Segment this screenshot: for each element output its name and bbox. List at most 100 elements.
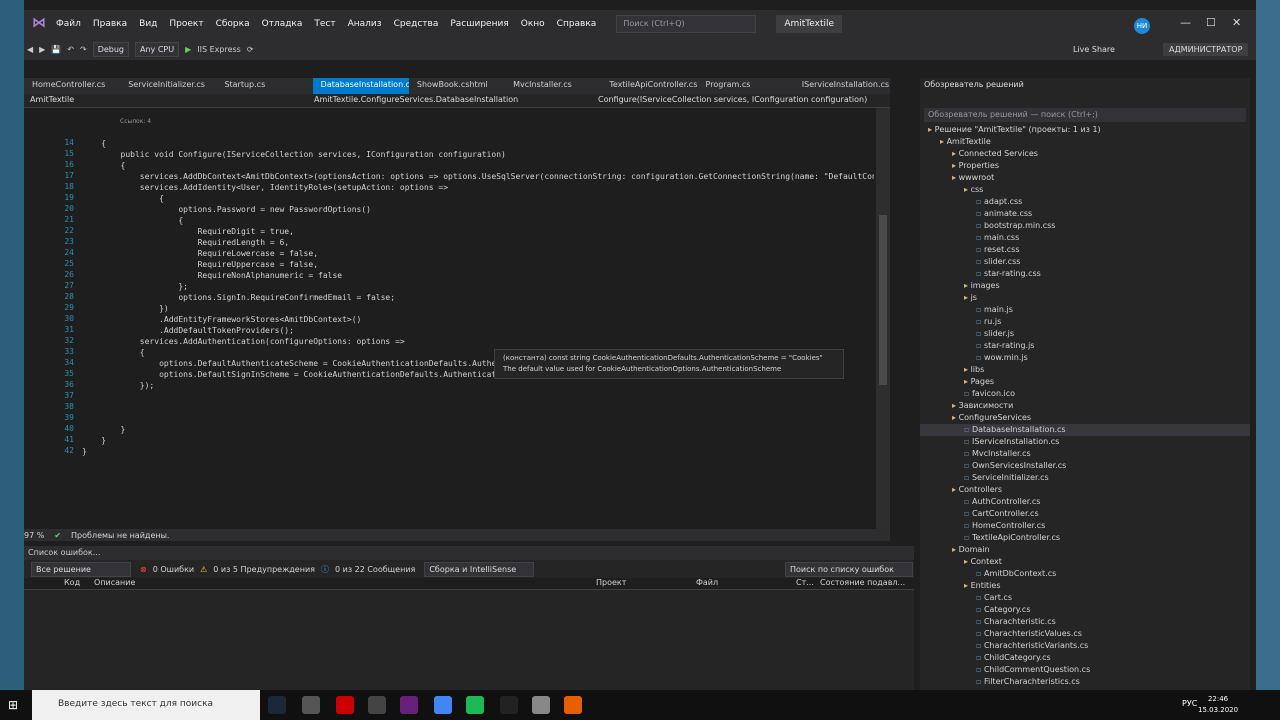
error-column-header[interactable]: Ст... <box>796 578 814 587</box>
tree-item[interactable]: ▫ slider.css <box>920 256 1250 268</box>
code-line[interactable]: }); <box>82 380 874 391</box>
tree-item[interactable]: ▸ Connected Services <box>920 148 1250 160</box>
menu-item[interactable]: Вид <box>139 19 157 29</box>
error-column-header[interactable]: Файл <box>696 578 718 587</box>
code-line[interactable]: } <box>82 424 874 435</box>
tree-item[interactable]: ▫ CartController.cs <box>920 508 1250 520</box>
code-line[interactable]: RequireNonAlphanumeric = false <box>82 270 874 281</box>
maximize-icon[interactable]: ☐ <box>1206 16 1216 29</box>
menu-item[interactable]: Правка <box>93 19 127 29</box>
code-line[interactable]: RequireUppercase = false, <box>82 259 874 270</box>
tree-item[interactable]: ▫ CharachteristicValues.cs <box>920 628 1250 640</box>
tree-item[interactable]: ▫ FilterCharachteristics.cs <box>920 676 1250 688</box>
close-icon[interactable]: ✕ <box>1232 16 1241 29</box>
build-select[interactable]: Сборка и IntelliSense <box>424 561 535 577</box>
explorer-search[interactable]: Обозреватель решений — поиск (Ctrl+;) <box>924 108 1246 122</box>
code-line[interactable]: { <box>82 215 874 226</box>
tree-item[interactable]: ▫ HomeController.cs <box>920 520 1250 532</box>
tab-1[interactable]: ServiceInitializer.cs <box>120 78 216 94</box>
tab-7[interactable]: Program.cs <box>698 78 794 94</box>
language-indicator[interactable]: РУС <box>1182 699 1197 708</box>
tree-item[interactable]: ▸ js <box>920 292 1250 304</box>
tree-item[interactable]: ▫ favicon.ico <box>920 388 1250 400</box>
tree-item[interactable]: ▫ IServiceInstallation.cs <box>920 436 1250 448</box>
tree-item[interactable]: ▫ star-rating.js <box>920 340 1250 352</box>
clock[interactable]: 22:46 15.03.2020 <box>1198 694 1238 716</box>
files-icon[interactable] <box>368 696 386 714</box>
menu-item[interactable]: Тест <box>314 19 335 29</box>
menu-item[interactable]: Сборка <box>216 19 250 29</box>
zoom-level[interactable]: 97 % <box>24 531 44 540</box>
tree-item[interactable]: ▸ Domain <box>920 544 1250 556</box>
tab-6[interactable]: TextileApiController.cs <box>601 78 697 94</box>
tree-item[interactable]: ▫ CharachteristicVariants.cs <box>920 640 1250 652</box>
menu-item[interactable]: Справка <box>557 19 597 29</box>
editor-scroll-thumb[interactable] <box>879 215 887 385</box>
project-dropdown[interactable]: AmitTextile <box>24 94 308 107</box>
scope-select[interactable]: Все решение <box>31 561 131 577</box>
firefox-icon[interactable] <box>564 696 582 714</box>
code-line[interactable]: services.AddDbContext<AmitDbContext>(opt… <box>82 171 874 182</box>
tree-item[interactable]: ▫ wow.min.js <box>920 352 1250 364</box>
code-line[interactable]: { <box>82 160 874 171</box>
tree-item[interactable]: ▸ Entities <box>920 580 1250 592</box>
code-line[interactable]: .AddDefaultTokenProviders(); <box>82 325 874 336</box>
tree-item[interactable]: ▸ Controllers <box>920 484 1250 496</box>
run-icon[interactable]: ▶ <box>185 45 191 54</box>
menu-item[interactable]: Файл <box>56 19 81 29</box>
menu-item[interactable]: Проект <box>169 19 203 29</box>
errors-filter[interactable]: 0 Ошибки <box>153 565 194 574</box>
back-icon[interactable]: ◀ <box>27 45 33 54</box>
error-search-input[interactable]: Поиск по списку ошибок <box>785 561 913 577</box>
tree-item[interactable]: ▫ AuthController.cs <box>920 496 1250 508</box>
error-column-header[interactable]: Состояние подавл... <box>820 578 905 587</box>
code-line[interactable]: services.AddAuthentication(configureOpti… <box>82 336 874 347</box>
code-line[interactable]: public void Configure(IServiceCollection… <box>82 149 874 160</box>
tab-2[interactable]: Startup.cs <box>216 78 312 94</box>
code-editor[interactable]: { public void Configure(IServiceCollecti… <box>82 110 874 530</box>
menu-item[interactable]: Расширения <box>450 19 508 29</box>
vs-taskbar-icon[interactable] <box>400 696 418 714</box>
tree-item[interactable]: ▫ main.js <box>920 304 1250 316</box>
steam-icon[interactable] <box>268 696 286 714</box>
tree-item[interactable]: ▸ libs <box>920 364 1250 376</box>
code-line[interactable]: } <box>82 446 874 457</box>
code-line[interactable]: { <box>82 193 874 204</box>
code-line[interactable]: { <box>82 138 874 149</box>
platform-select[interactable]: Any CPU <box>135 41 180 57</box>
discord-icon[interactable] <box>532 696 550 714</box>
code-line[interactable]: .AddEntityFrameworkStores<AmitDbContext>… <box>82 314 874 325</box>
tree-item[interactable]: ▫ OwnServicesInstaller.cs <box>920 460 1250 472</box>
tree-item[interactable]: ▫ MvcInstaller.cs <box>920 448 1250 460</box>
refresh-icon[interactable]: ⟳ <box>247 45 254 54</box>
tab-5[interactable]: MvcInstaller.cs <box>505 78 601 94</box>
error-column-header[interactable]: Описание <box>94 578 135 587</box>
tree-item[interactable]: ▫ main.css <box>920 232 1250 244</box>
code-line[interactable]: options.Password = new PasswordOptions() <box>82 204 874 215</box>
error-column-header[interactable]: Проект <box>596 578 626 587</box>
tree-item[interactable]: ▫ ChildCategory.cs <box>920 652 1250 664</box>
menu-item[interactable]: Средства <box>394 19 439 29</box>
tab-3[interactable]: DatabaseInstallation.cs <box>312 78 409 94</box>
tree-item[interactable]: ▫ ru.js <box>920 316 1250 328</box>
save-icon[interactable]: 💾 <box>51 45 61 54</box>
tree-item[interactable]: ▫ Charachteristic.cs <box>920 616 1250 628</box>
run-button[interactable]: IIS Express <box>197 45 241 54</box>
code-line[interactable]: services.AddIdentity<User, IdentityRole>… <box>82 182 874 193</box>
warnings-filter[interactable]: 0 из 5 Предупреждения <box>213 565 315 574</box>
tab-8[interactable]: IServiceInstallation.cs <box>794 78 890 94</box>
opera-icon[interactable] <box>336 696 354 714</box>
menu-item[interactable]: Окно <box>521 19 545 29</box>
code-line[interactable]: RequireDigit = true, <box>82 226 874 237</box>
tree-item[interactable]: ▸ Решение "AmitTextile" (проекты: 1 из 1… <box>920 124 1250 136</box>
windows-start-icon[interactable]: ⊞ <box>8 698 18 712</box>
messages-filter[interactable]: 0 из 22 Сообщения <box>335 565 415 574</box>
code-line[interactable] <box>82 391 874 402</box>
code-line[interactable]: RequireLowercase = false, <box>82 248 874 259</box>
tree-item[interactable]: ▫ Cart.cs <box>920 592 1250 604</box>
chrome-icon[interactable] <box>434 696 452 714</box>
utorrent-icon[interactable] <box>466 696 484 714</box>
code-line[interactable]: RequiredLength = 6, <box>82 237 874 248</box>
tree-item[interactable]: ▸ Properties <box>920 160 1250 172</box>
redo-icon[interactable]: ↷ <box>80 45 87 54</box>
